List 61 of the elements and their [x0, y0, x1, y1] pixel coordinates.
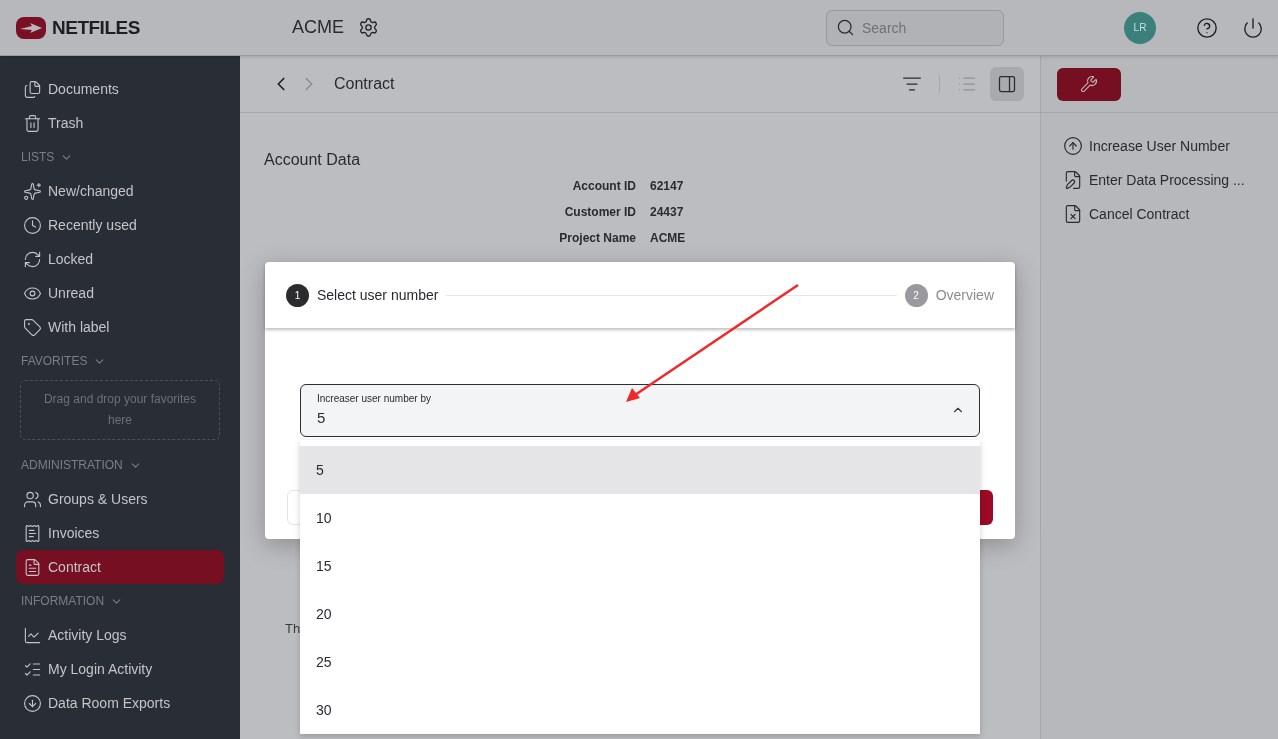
step-number: 1: [286, 283, 309, 307]
document-icon: [23, 557, 42, 577]
sidebar-item[interactable]: Groups & Users: [16, 482, 224, 516]
sidebar-item[interactable]: Contract: [16, 550, 224, 584]
dropdown-option[interactable]: 15: [300, 542, 980, 590]
action-link[interactable]: Increase User Number: [1063, 135, 1256, 157]
field-value: 24437: [650, 205, 685, 219]
sidebar-item[interactable]: Recently used: [16, 208, 224, 242]
field-label: Account ID: [571, 179, 636, 193]
section-title: Account Data: [264, 151, 362, 169]
breadcrumb[interactable]: Contract: [334, 75, 395, 93]
documents-icon: [23, 79, 42, 99]
sidebar-item[interactable]: Data Room Exports: [16, 686, 224, 720]
dropdown-option[interactable]: 25: [300, 638, 980, 686]
step-label: Overview: [935, 287, 994, 303]
users-icon: [23, 489, 42, 509]
sidebar-item[interactable]: Activity Logs: [16, 618, 224, 652]
logo-icon: [16, 16, 46, 39]
logo-text: NETFILES: [52, 16, 140, 39]
download-icon: [23, 693, 42, 713]
field-label: Project Name: [558, 231, 636, 245]
refresh-icon: [23, 249, 42, 269]
settings-icon[interactable]: [358, 17, 379, 38]
document-pen-icon: [1063, 170, 1083, 190]
arrow-up-icon: [1063, 136, 1083, 156]
trash-icon: [23, 113, 42, 133]
sidebar-item[interactable]: New/changed: [16, 174, 224, 208]
field-value: ACME: [650, 231, 687, 245]
wrench-icon: [1080, 75, 1098, 93]
dropdown-option[interactable]: 20: [300, 590, 980, 638]
help-icon[interactable]: [1196, 16, 1218, 39]
sidebar-item[interactable]: Trash: [16, 106, 224, 140]
sidebar-item[interactable]: Unread: [16, 276, 224, 310]
power-icon[interactable]: [1242, 16, 1264, 39]
field-label: Customer ID: [563, 205, 636, 219]
action-link[interactable]: Enter Data Processing ...: [1063, 169, 1256, 191]
step-label: Select user number: [317, 287, 439, 303]
sidebar-item[interactable]: Invoices: [16, 516, 224, 550]
receipt-icon: [23, 523, 42, 543]
panel-view-icon[interactable]: [990, 67, 1024, 101]
sidebar-item[interactable]: Locked: [16, 242, 224, 276]
info-text: Th: [285, 621, 301, 636]
sidebar-item[interactable]: Documents: [16, 72, 224, 106]
tag-icon: [23, 317, 42, 337]
sidebar-item[interactable]: My Login Activity: [16, 652, 224, 686]
search-field[interactable]: Search: [826, 9, 1004, 46]
action-link[interactable]: Cancel Contract: [1063, 203, 1256, 225]
project-name: ACME: [292, 17, 344, 38]
sparkle-star-icon: [23, 181, 42, 201]
sidebar-item[interactable]: With label: [16, 310, 224, 344]
favorites-dropzone: Drag and drop your favorites here: [20, 380, 220, 440]
dropdown-option[interactable]: 10: [300, 494, 980, 542]
document-cancel-icon: [1063, 204, 1083, 224]
clock-icon: [23, 215, 42, 235]
dropdown-option[interactable]: 5: [300, 446, 980, 494]
tools-button[interactable]: [1057, 67, 1121, 101]
chart-icon: [23, 625, 42, 645]
field-value: 62147: [650, 179, 685, 193]
search-icon: [836, 17, 855, 37]
step-number: 2: [904, 283, 928, 307]
dropdown-option[interactable]: 30: [300, 686, 980, 734]
